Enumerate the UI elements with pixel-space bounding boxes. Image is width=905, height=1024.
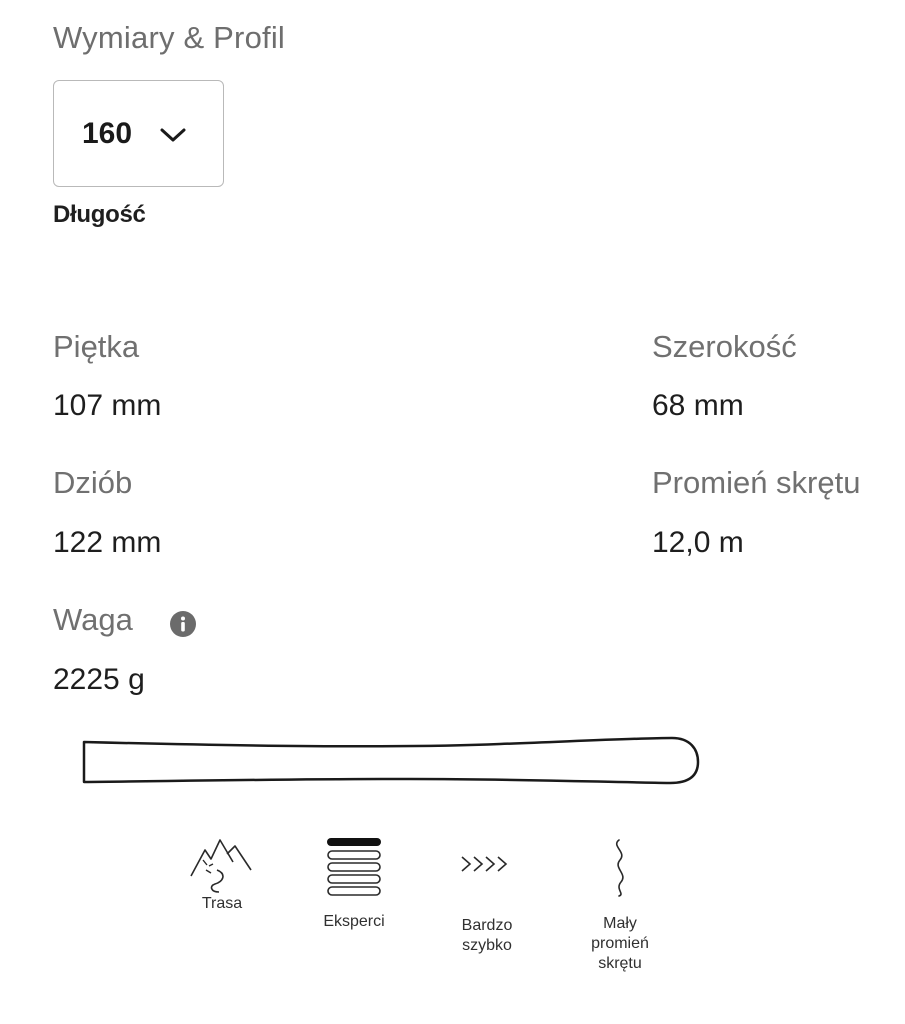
feature-eksperci: Eksperci	[294, 836, 414, 932]
feature-maly-promien: Mały promień skrętu	[560, 838, 680, 974]
feature-bardzo-szybko: Bardzo szybko	[427, 852, 547, 956]
feature-label-maly-promien: Mały promień skrętu	[591, 915, 649, 972]
width-value: 68 mm	[652, 389, 744, 422]
chevron-down-icon	[160, 128, 186, 142]
feature-trasa: Trasa	[162, 832, 282, 914]
radius-value: 12,0 m	[652, 526, 744, 559]
width-label: Szerokość	[652, 329, 797, 364]
tail-label: Piętka	[53, 329, 140, 364]
feature-label-trasa: Trasa	[201, 895, 243, 912]
feature-label-eksperci: Eksperci	[323, 913, 385, 930]
info-icon[interactable]	[169, 610, 197, 638]
weight-label: Waga	[53, 602, 133, 637]
weight-value: 2225 g	[53, 663, 145, 696]
radius-label: Promień skrętu	[652, 465, 861, 500]
feature-label-bardzo-szybko: Bardzo szybko	[461, 917, 513, 954]
tip-label: Dziób	[53, 465, 133, 500]
piste-mountain-icon	[190, 839, 252, 893]
tip-value: 122 mm	[53, 526, 162, 559]
turn-radius-squiggle-icon	[615, 839, 624, 897]
length-selected-value: 160	[82, 117, 133, 150]
section-title: Wymiary & Profil	[53, 20, 285, 55]
length-dropdown[interactable]: 160	[53, 80, 224, 187]
length-label: Długość	[53, 201, 146, 228]
speed-chevrons-icon	[461, 856, 508, 872]
ski-profile-shape	[82, 736, 700, 785]
tail-value: 107 mm	[53, 389, 162, 422]
level-bars-icon	[327, 838, 381, 896]
